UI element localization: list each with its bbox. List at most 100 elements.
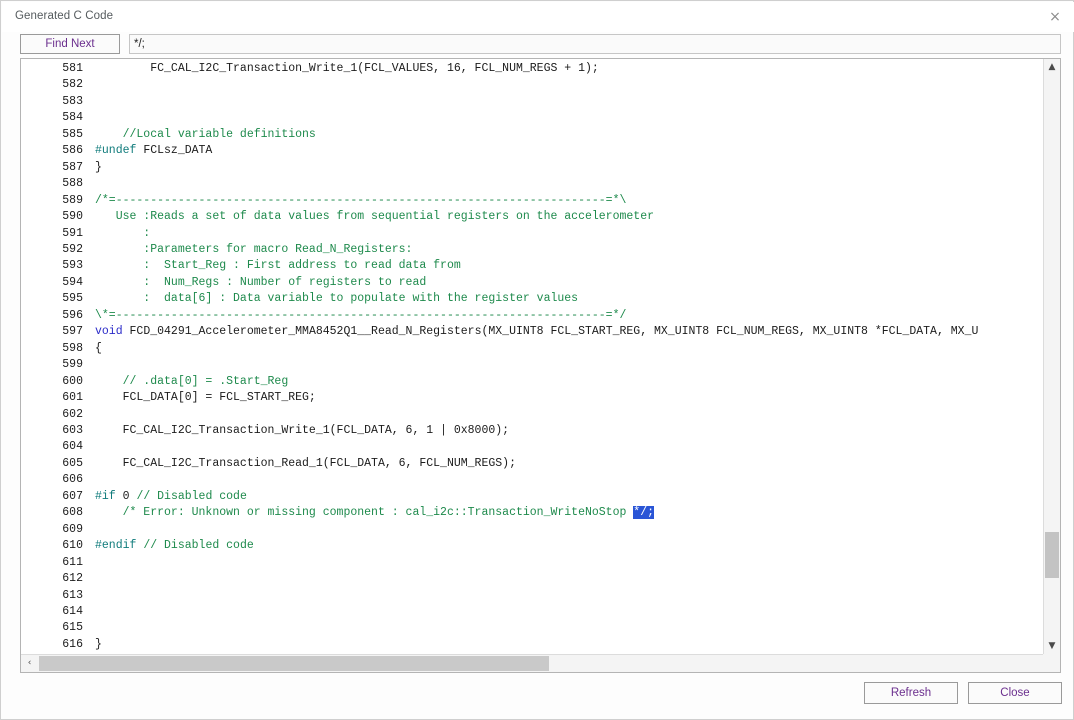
generated-c-code-dialog: Generated C Code × Find Next 581 FC_CAL_… — [0, 0, 1074, 720]
code-token: } — [95, 637, 102, 651]
code-token: \*=-------------------------------------… — [95, 308, 627, 322]
code-token: // Disabled code — [143, 539, 254, 553]
line-number: 605 — [62, 456, 83, 470]
code-lines: 581 FC_CAL_I2C_Transaction_Write_1(FCL_V… — [21, 61, 978, 654]
dialog-footer: Refresh Close — [1, 673, 1074, 719]
code-line: 585 //Local variable definitions — [21, 127, 978, 143]
code-line: 598 { — [21, 341, 978, 357]
code-token: void — [95, 325, 123, 339]
line-number: 599 — [62, 358, 83, 372]
code-line: 588 — [21, 176, 978, 192]
selected-text: */; — [633, 506, 655, 520]
code-line: 605 FC_CAL_I2C_Transaction_Read_1(FCL_DA… — [21, 456, 978, 472]
code-horizontal-scrollbar[interactable]: ‹ › — [21, 654, 1060, 672]
code-token: : Start_Reg : First address to read data… — [95, 259, 461, 273]
code-line: 583 — [21, 94, 978, 110]
code-line: 601 FCL_DATA[0] = FCL_START_REG; — [21, 390, 978, 406]
line-number: 602 — [62, 407, 83, 421]
code-token: /* Error: Unknown or missing component :… — [95, 506, 634, 520]
code-line: 612 — [21, 571, 978, 587]
line-number: 586 — [62, 144, 83, 158]
code-line: 581 FC_CAL_I2C_Transaction_Write_1(FCL_V… — [21, 61, 978, 77]
code-vertical-scrollbar[interactable]: ▲ ▼ — [1043, 59, 1060, 654]
code-line: 595 : data[6] : Data variable to populat… — [21, 291, 978, 307]
scroll-up-icon[interactable]: ▲ — [1044, 59, 1060, 75]
code-line: 593 : Start_Reg : First address to read … — [21, 258, 978, 274]
vertical-scrollbar-thumb[interactable] — [1045, 532, 1059, 578]
find-next-button[interactable]: Find Next — [20, 34, 120, 54]
line-number: 608 — [62, 506, 83, 520]
line-number: 588 — [62, 177, 83, 191]
line-number: 600 — [62, 374, 83, 388]
line-number: 612 — [62, 572, 83, 586]
code-line: 584 — [21, 110, 978, 126]
scroll-left-icon[interactable]: ‹ — [21, 655, 38, 672]
code-line: 607 #if 0 // Disabled code — [21, 489, 978, 505]
code-line: 614 — [21, 604, 978, 620]
line-number: 606 — [62, 473, 83, 487]
code-viewport[interactable]: 581 FC_CAL_I2C_Transaction_Write_1(FCL_V… — [21, 59, 1043, 654]
code-token: FC_CAL_I2C_Transaction_Read_1(FCL_DATA, … — [95, 456, 516, 470]
line-number: 583 — [62, 94, 83, 108]
dialog-titlebar: Generated C Code × — [2, 2, 1074, 32]
refresh-button[interactable]: Refresh — [864, 682, 958, 704]
code-line: 615 — [21, 620, 978, 636]
horizontal-scrollbar-thumb[interactable] — [39, 656, 549, 671]
line-number: 610 — [62, 539, 83, 553]
code-line: 582 — [21, 77, 978, 93]
code-line: 587} — [21, 160, 978, 176]
line-number: 582 — [62, 78, 83, 92]
line-number: 597 — [62, 325, 83, 339]
code-token: // Disabled code — [136, 489, 247, 503]
code-line: 599 — [21, 357, 978, 373]
line-number: 596 — [62, 308, 83, 322]
find-input[interactable] — [129, 34, 1061, 54]
line-number: 598 — [62, 341, 83, 355]
line-number: 593 — [62, 259, 83, 273]
code-token: #undef — [95, 144, 137, 158]
code-line: 606 — [21, 472, 978, 488]
code-token: FCD_04291_Accelerometer_MMA8452Q1__Read_… — [122, 325, 979, 339]
line-number: 595 — [62, 292, 83, 306]
code-token: FC_CAL_I2C_Transaction_Write_1(FCL_VALUE… — [95, 62, 599, 75]
line-number: 592 — [62, 242, 83, 256]
line-number: 590 — [62, 210, 83, 224]
code-line: 610 #endif // Disabled code — [21, 538, 978, 554]
line-number: 591 — [62, 226, 83, 240]
line-number: 594 — [62, 275, 83, 289]
code-token: #if — [95, 489, 116, 503]
code-line: 596 \*=----------------------------------… — [21, 308, 978, 324]
code-line: 604 — [21, 439, 978, 455]
code-line: 592 :Parameters for macro Read_N_Registe… — [21, 242, 978, 258]
code-view-frame: 581 FC_CAL_I2C_Transaction_Write_1(FCL_V… — [20, 58, 1061, 673]
line-number: 589 — [62, 193, 83, 207]
code-token: : data[6] : Data variable to populate wi… — [95, 292, 579, 306]
code-token: : Num_Regs : Number of registers to read — [95, 275, 427, 289]
scroll-down-icon[interactable]: ▼ — [1044, 638, 1060, 654]
code-token: #endif — [95, 539, 137, 553]
code-line: 594 : Num_Regs : Number of registers to … — [21, 275, 978, 291]
code-line: 589 /*=----------------------------------… — [21, 193, 978, 209]
line-number: 585 — [62, 127, 83, 141]
code-line: 591 : — [21, 226, 978, 242]
code-line: 616} — [21, 637, 978, 653]
close-button[interactable]: Close — [968, 682, 1062, 704]
close-icon[interactable]: × — [1044, 7, 1066, 27]
code-token: FCL_DATA[0] = FCL_START_REG; — [95, 391, 316, 405]
code-token: Use :Reads a set of data values from seq… — [95, 210, 654, 224]
code-token: { — [95, 341, 102, 355]
line-number: 584 — [62, 111, 83, 125]
line-number: 604 — [62, 440, 83, 454]
line-number: 581 — [62, 62, 83, 75]
code-token: : — [95, 226, 151, 240]
code-line: 597 void FCD_04291_Accelerometer_MMA8452Q… — [21, 324, 978, 340]
code-line: 602 — [21, 407, 978, 423]
code-token: /*=-------------------------------------… — [95, 193, 627, 207]
code-token: :Parameters for macro Read_N_Registers: — [95, 242, 413, 256]
code-token: //Local variable definitions — [95, 127, 316, 141]
line-number: 613 — [62, 588, 83, 602]
line-number: 603 — [62, 423, 83, 437]
code-line: 603 FC_CAL_I2C_Transaction_Write_1(FCL_D… — [21, 423, 978, 439]
line-number: 611 — [62, 555, 83, 569]
line-number: 607 — [62, 489, 83, 503]
